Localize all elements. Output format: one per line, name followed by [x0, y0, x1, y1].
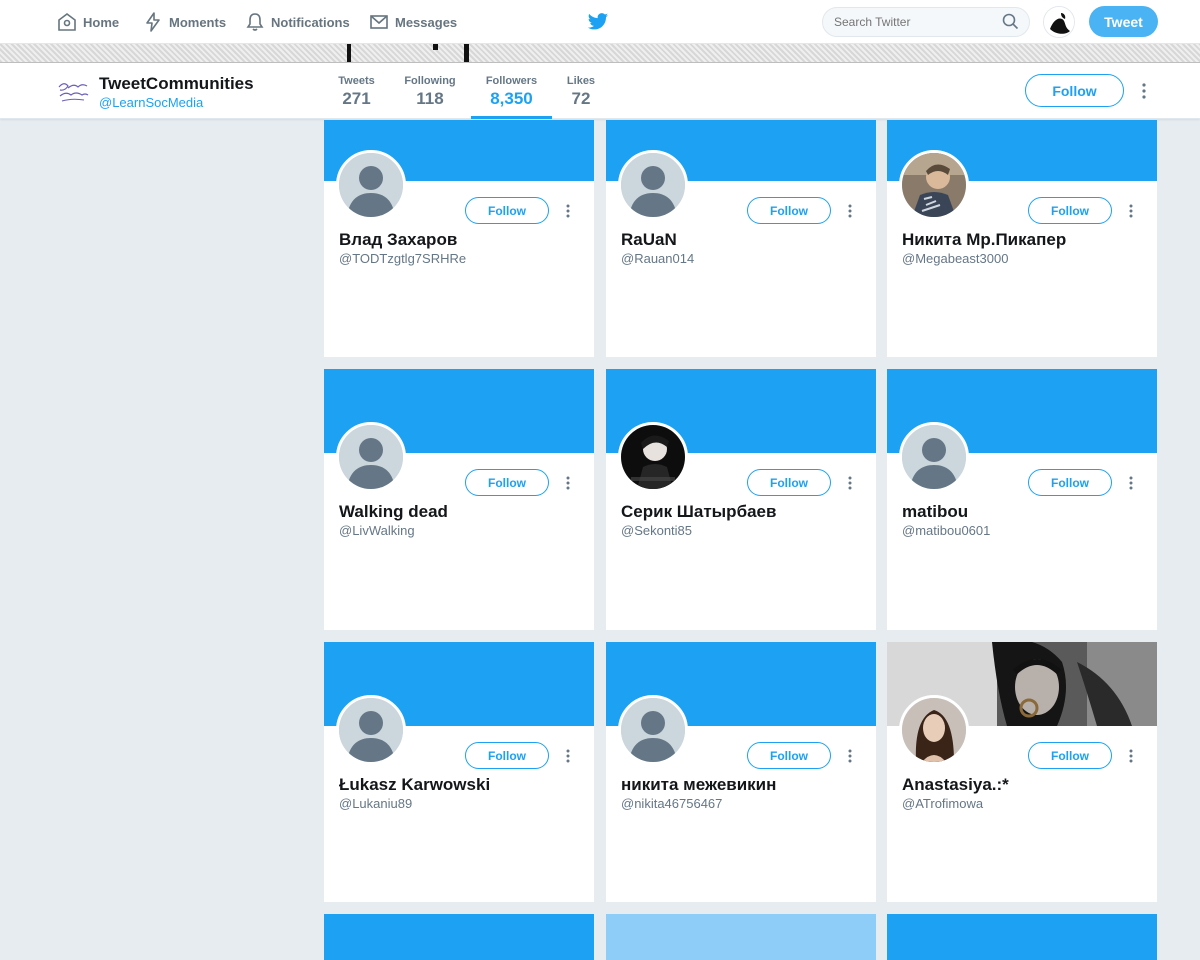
follow-button[interactable]: Follow [747, 469, 831, 496]
stat-label: Likes [566, 75, 596, 87]
avatar-photo[interactable] [899, 150, 969, 220]
tab-followers[interactable]: Followers 8,350 [471, 63, 552, 119]
user-card[interactable]: Follow matibou @matibou0601 [887, 369, 1157, 630]
profile-handle[interactable]: @LearnSocMedia [99, 95, 203, 110]
stat-label: Followers [485, 75, 538, 87]
default-avatar-icon[interactable] [336, 150, 406, 220]
nav-notifications-label: Notifications [271, 14, 350, 30]
search-input[interactable] [822, 7, 1030, 37]
tweet-button[interactable]: Tweet [1089, 6, 1158, 37]
user-card-partial[interactable] [324, 914, 594, 960]
stat-value: 118 [416, 89, 444, 108]
lightning-icon [146, 12, 160, 32]
follow-button[interactable]: Follow [1028, 197, 1112, 224]
bell-icon [246, 13, 264, 31]
follow-button[interactable]: Follow [465, 197, 549, 224]
default-avatar-icon[interactable] [618, 150, 688, 220]
follow-button[interactable]: Follow [1028, 469, 1112, 496]
nav-home[interactable]: Home [57, 0, 119, 44]
card-handle[interactable]: @nikita46756467 [621, 796, 722, 811]
card-handle[interactable]: @LivWalking [339, 523, 415, 538]
envelope-icon [370, 15, 388, 29]
follow-button[interactable]: Follow [465, 742, 549, 769]
stat-value: 72 [571, 89, 591, 108]
card-name[interactable]: RaUaN [621, 230, 677, 250]
more-options-icon[interactable] [1138, 82, 1150, 100]
nav-notifications[interactable]: Notifications [245, 0, 350, 44]
more-options-icon[interactable] [1125, 748, 1137, 764]
more-options-icon[interactable] [1125, 475, 1137, 491]
default-avatar-icon[interactable] [336, 695, 406, 765]
stat-label: Tweets [338, 75, 375, 87]
more-options-icon[interactable] [844, 475, 856, 491]
follow-button[interactable]: Follow [465, 469, 549, 496]
more-options-icon[interactable] [562, 475, 574, 491]
user-card-partial[interactable] [887, 914, 1157, 960]
user-card[interactable]: Follow никита межевикин @nikita46756467 [606, 642, 876, 902]
card-name[interactable]: Walking dead [339, 502, 448, 522]
tab-following[interactable]: Following 118 [398, 63, 462, 119]
user-card[interactable]: Follow Anastasiya.:* @ATrofimowa [887, 642, 1157, 902]
more-options-icon[interactable] [1125, 203, 1137, 219]
search-icon[interactable] [1002, 13, 1019, 30]
twitter-bird-icon[interactable] [587, 12, 609, 32]
more-options-icon[interactable] [844, 203, 856, 219]
user-card[interactable]: Follow RaUaN @Rauan014 [606, 120, 876, 357]
default-avatar-icon[interactable] [618, 695, 688, 765]
more-options-icon[interactable] [844, 748, 856, 764]
user-avatar-image [1044, 7, 1074, 37]
user-card[interactable]: Follow Walking dead @LivWalking [324, 369, 594, 630]
stat-value: 271 [342, 89, 371, 108]
follow-button[interactable]: Follow [747, 742, 831, 769]
more-options-icon[interactable] [562, 203, 574, 219]
default-avatar-icon[interactable] [336, 422, 406, 492]
card-name[interactable]: никита межевикин [621, 775, 776, 795]
card-handle[interactable]: @ATrofimowa [902, 796, 983, 811]
user-avatar[interactable] [1043, 6, 1075, 38]
user-card[interactable]: Follow Влад Захаров @TODTzgtlg7SRHRe [324, 120, 594, 357]
stat-label: Following [404, 75, 456, 87]
card-name[interactable]: matibou [902, 502, 968, 522]
nav-messages-label: Messages [395, 14, 458, 30]
user-card[interactable]: Follow Никита Мр.Пикапер @Megabeast3000 [887, 120, 1157, 357]
more-options-icon[interactable] [562, 748, 574, 764]
card-name[interactable]: Anastasiya.:* [902, 775, 1009, 795]
follow-button[interactable]: Follow [1028, 742, 1112, 769]
user-card[interactable]: Follow Серик Шатырбаев @Sekonti85 [606, 369, 876, 630]
nav-home-label: Home [83, 14, 120, 30]
card-handle[interactable]: @Megabeast3000 [902, 251, 1008, 266]
card-handle[interactable]: @Lukaniu89 [339, 796, 412, 811]
card-name[interactable]: Никита Мр.Пикапер [902, 230, 1066, 250]
card-name[interactable]: Серик Шатырбаев [621, 502, 776, 522]
nav-messages[interactable]: Messages [369, 0, 457, 44]
default-avatar-icon[interactable] [899, 422, 969, 492]
stat-value: 8,350 [490, 89, 533, 108]
card-name[interactable]: Łukasz Karwowski [339, 775, 490, 795]
card-handle[interactable]: @TODTzgtlg7SRHRe [339, 251, 466, 266]
card-name[interactable]: Влад Захаров [339, 230, 457, 250]
profile-logo-icon[interactable] [56, 77, 90, 105]
user-card[interactable]: Follow Łukasz Karwowski @Lukaniu89 [324, 642, 594, 902]
nav-moments[interactable]: Moments [143, 0, 226, 44]
home-icon [58, 13, 76, 31]
card-handle[interactable]: @Sekonti85 [621, 523, 692, 538]
profile-banner [0, 44, 1200, 63]
tab-likes[interactable]: Likes 72 [561, 63, 601, 119]
follow-profile-button[interactable]: Follow [1025, 74, 1124, 107]
user-card-partial[interactable] [606, 914, 876, 960]
card-handle[interactable]: @matibou0601 [902, 523, 990, 538]
top-nav: Home Moments Notifications Messages Twee… [0, 0, 1200, 44]
avatar-photo[interactable] [618, 422, 688, 492]
nav-moments-label: Moments [169, 14, 227, 30]
profile-name[interactable]: TweetCommunities [99, 74, 254, 94]
avatar-photo[interactable] [899, 695, 969, 765]
follow-button[interactable]: Follow [747, 197, 831, 224]
card-handle[interactable]: @Rauan014 [621, 251, 694, 266]
profile-nav: TweetCommunities @LearnSocMedia Tweets 2… [0, 63, 1200, 119]
tab-tweets[interactable]: Tweets 271 [330, 63, 383, 119]
